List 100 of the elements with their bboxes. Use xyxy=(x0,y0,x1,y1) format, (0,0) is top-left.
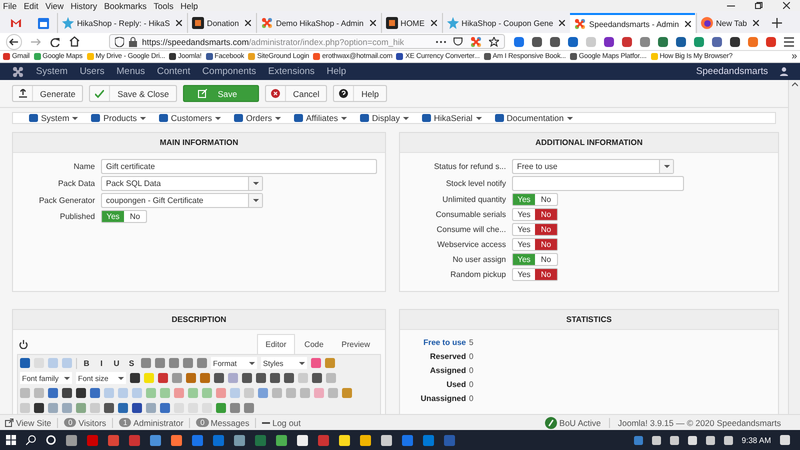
footer-link[interactable]: Messages xyxy=(210,418,250,428)
taskbar-app-icon[interactable] xyxy=(339,434,350,446)
nav-menu-item[interactable]: Extensions xyxy=(268,66,315,77)
nav-menu-item[interactable]: System xyxy=(36,66,68,77)
toolbar-button[interactable]: Cancel xyxy=(264,85,328,102)
footer-link[interactable]: Administrator xyxy=(133,418,184,428)
cancel-icon xyxy=(270,89,280,98)
menu-item[interactable]: Edit xyxy=(24,0,38,10)
no-option[interactable]: No xyxy=(535,224,557,235)
menu-icon[interactable] xyxy=(784,36,794,46)
tab-title: HikaShop - Reply: - HikaS xyxy=(77,18,170,28)
scrollbar[interactable] xyxy=(788,80,800,414)
toolbar-button[interactable]: Save & Close xyxy=(89,85,177,102)
close-icon[interactable] xyxy=(370,20,376,26)
bookmarks-overflow[interactable]: » xyxy=(792,51,797,62)
no-option[interactable]: No xyxy=(535,209,557,220)
close-icon[interactable] xyxy=(244,20,251,26)
footer-link[interactable]: Log out xyxy=(272,418,301,428)
yes-option[interactable]: Yes xyxy=(513,224,535,235)
clock-time[interactable]: 9:38 AM xyxy=(742,436,771,444)
no-option[interactable]: No xyxy=(535,254,557,265)
minimize-icon[interactable] xyxy=(727,2,735,8)
toolbar-button[interactable]: Help xyxy=(333,85,387,102)
no-option[interactable]: No xyxy=(535,194,557,205)
taskbar-app-icon[interactable] xyxy=(276,434,287,446)
nav-menu-item[interactable]: Help xyxy=(326,66,346,77)
close-icon[interactable] xyxy=(430,20,437,26)
menu-item[interactable]: Bookmarks xyxy=(104,0,147,10)
site-link[interactable]: Speedandsmarts xyxy=(696,66,768,77)
select-dropdown[interactable]: coupongen - Gift Certificate xyxy=(101,193,263,208)
text-field[interactable]: Gift certificate xyxy=(101,159,377,174)
editor-tab[interactable]: Preview xyxy=(332,334,379,354)
cortana-icon[interactable] xyxy=(46,435,56,445)
forward-icon[interactable] xyxy=(31,36,41,46)
toolbar-button[interactable]: Generate xyxy=(12,85,84,102)
star-icon[interactable] xyxy=(489,36,499,46)
footer-link[interactable]: View Site xyxy=(16,418,52,428)
menu-item[interactable]: History xyxy=(70,0,98,10)
back-icon[interactable] xyxy=(6,34,22,50)
no-option[interactable]: No xyxy=(124,211,146,222)
format-button[interactable]: I xyxy=(96,358,107,368)
submenu-item[interactable]: Orders xyxy=(234,113,281,123)
nav-menu-item[interactable]: Content xyxy=(157,66,190,77)
home-icon[interactable] xyxy=(69,36,80,47)
submenu-item[interactable]: Display xyxy=(360,113,409,123)
taskbar-app-icon[interactable] xyxy=(360,434,371,446)
caret-icon xyxy=(476,116,482,120)
taskbar-app-icon[interactable] xyxy=(66,434,77,446)
format-button[interactable]: B xyxy=(81,358,92,368)
select-dropdown[interactable]: Free to use xyxy=(512,159,674,174)
windows-start-icon[interactable] xyxy=(6,435,16,445)
footer-link[interactable]: Visitors xyxy=(78,418,106,428)
taskbar-app-icon[interactable] xyxy=(297,434,308,446)
submenu-item[interactable]: Customers xyxy=(158,113,221,123)
user-icon[interactable] xyxy=(780,67,788,76)
nav-menu-item[interactable]: Components xyxy=(202,66,256,77)
stat-link[interactable]: Free to use xyxy=(400,338,466,347)
editor-tab[interactable]: Code xyxy=(295,334,333,354)
no-option[interactable]: No xyxy=(535,269,557,280)
menu-item[interactable]: Help xyxy=(180,0,198,10)
field-label: Consumable serials xyxy=(434,210,506,219)
nav-menu-item[interactable]: Menus xyxy=(116,66,146,77)
select-dropdown[interactable]: Pack SQL Data xyxy=(101,176,263,191)
browser-tab[interactable]: Speedandsmarts - Admin xyxy=(570,13,695,33)
submenu-item[interactable]: HikaSerial xyxy=(422,113,482,123)
submenu-item[interactable]: Documentation xyxy=(494,113,573,123)
power-icon[interactable] xyxy=(19,340,28,348)
search-icon[interactable] xyxy=(26,435,36,445)
submenu-item[interactable]: Affiliates xyxy=(294,113,347,123)
pocket-icon[interactable] xyxy=(453,37,463,46)
new-tab-icon[interactable] xyxy=(772,18,782,28)
restore-icon[interactable] xyxy=(755,2,763,10)
close-icon[interactable] xyxy=(559,20,566,26)
taskbar-app-icon[interactable] xyxy=(171,434,182,446)
calendar-icon[interactable] xyxy=(38,18,48,28)
yes-option[interactable]: Yes xyxy=(513,239,535,250)
menu-item[interactable]: View xyxy=(45,0,64,10)
no-option[interactable]: No xyxy=(535,239,557,250)
format-button[interactable]: S xyxy=(126,358,137,368)
menu-item[interactable]: File xyxy=(3,0,17,10)
editor-tab[interactable]: Editor xyxy=(256,334,296,354)
submenu-item[interactable]: Products xyxy=(91,113,146,123)
menu-item[interactable]: Tools xyxy=(154,0,174,10)
more-icon[interactable] xyxy=(436,40,446,44)
taskbar-app-icon[interactable] xyxy=(381,434,392,446)
yes-option[interactable]: Yes xyxy=(513,269,535,280)
close-icon[interactable] xyxy=(783,2,790,9)
scroll-up-icon[interactable] xyxy=(792,82,798,87)
format-button[interactable]: U xyxy=(111,358,122,368)
address-bar[interactable]: https://speedandsmarts.com/administrator/index.php?option=com_hik xyxy=(109,34,505,49)
close-icon[interactable] xyxy=(685,21,691,27)
gmail-logo-icon[interactable] xyxy=(10,17,22,29)
text-field[interactable] xyxy=(512,176,684,191)
nav-menu-item[interactable]: Users xyxy=(80,66,104,77)
close-icon[interactable] xyxy=(176,20,182,26)
submenu-item[interactable]: System xyxy=(29,113,78,123)
close-icon[interactable] xyxy=(752,20,759,26)
reload-icon[interactable] xyxy=(50,36,60,46)
yes-option[interactable]: Yes xyxy=(513,209,535,220)
joomla-logo-icon xyxy=(12,66,24,78)
